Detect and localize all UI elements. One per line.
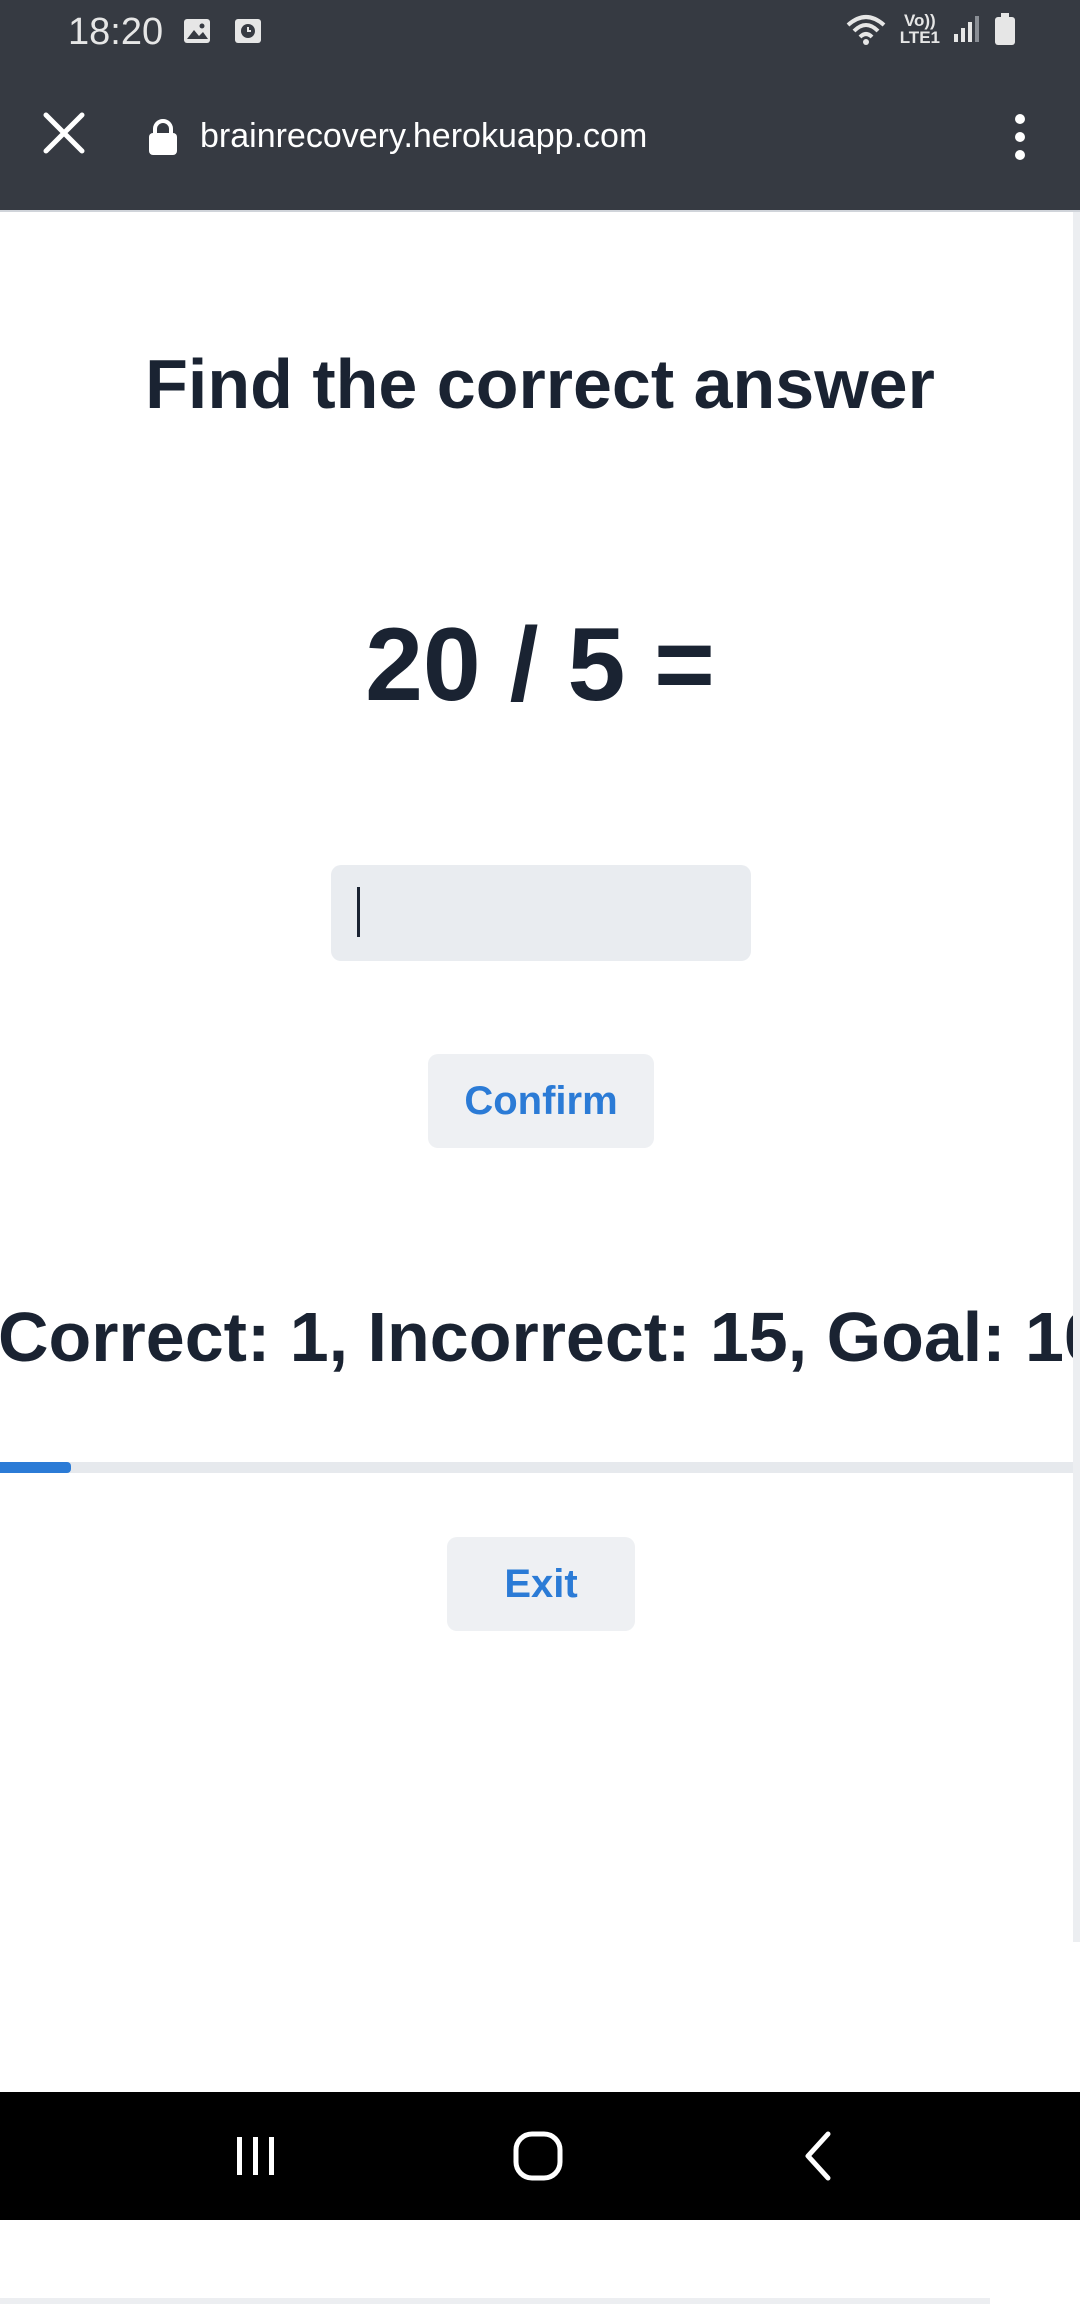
home-icon[interactable] — [508, 2128, 568, 2184]
page-bottom-edge — [0, 2298, 990, 2304]
lock-icon — [149, 119, 177, 155]
progress-bar — [0, 1462, 1080, 1473]
more-vert-icon[interactable] — [996, 110, 1044, 164]
page-title: Find the correct answer — [145, 345, 935, 423]
status-time: 18:20 — [68, 11, 164, 53]
alarm-icon — [235, 19, 261, 43]
recent-apps-icon[interactable] — [226, 2128, 286, 2184]
close-icon[interactable] — [38, 107, 90, 159]
page-content: Find the correct answer 20 / 5 = Confirm… — [0, 212, 1080, 2304]
network-type: Vo)) LTE1 — [899, 11, 940, 47]
signal-icon — [954, 16, 979, 42]
url-text[interactable]: brainrecovery.herokuapp.com — [200, 114, 647, 158]
confirm-button[interactable]: Confirm — [428, 1054, 654, 1148]
battery-icon — [995, 13, 1015, 45]
nav-bar — [0, 2092, 1080, 2220]
exit-button[interactable]: Exit — [447, 1537, 635, 1631]
back-icon[interactable] — [790, 2128, 850, 2184]
equation: 20 / 5 = — [365, 607, 715, 723]
gallery-icon — [184, 19, 210, 43]
answer-input[interactable] — [331, 865, 751, 961]
status-bar: 18:20 Vo)) LTE1 — [0, 0, 1080, 64]
browser-toolbar: brainrecovery.herokuapp.com — [0, 64, 1080, 210]
text-cursor — [357, 887, 360, 937]
progress-fill — [0, 1462, 72, 1473]
score-text: Correct: 1, Incorrect: 15, Goal: 10 — [0, 1298, 1080, 1376]
status-right: Vo)) LTE1 — [844, 12, 1016, 46]
wifi-icon — [846, 15, 886, 45]
scrollbar[interactable] — [1073, 212, 1080, 1942]
